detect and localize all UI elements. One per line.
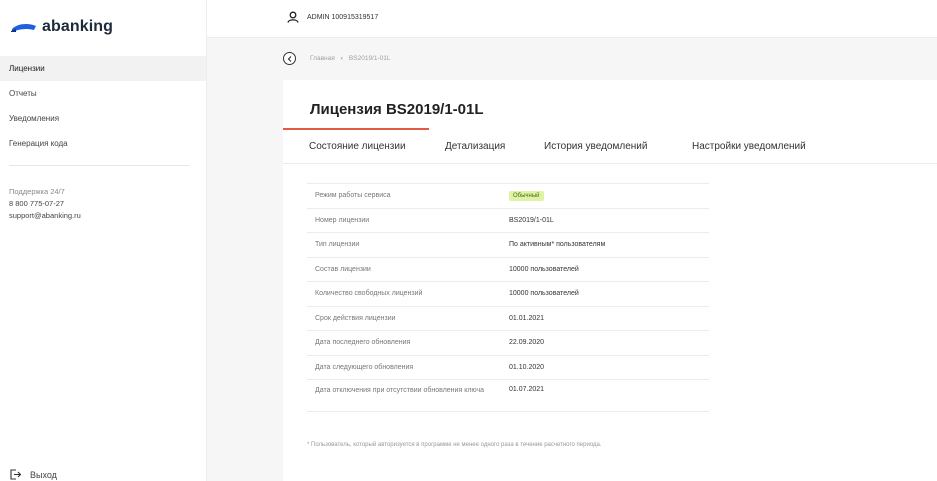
row-label: Режим работы сервиса — [315, 192, 391, 200]
support-email[interactable]: support@abanking.ru — [9, 210, 81, 222]
back-button[interactable] — [283, 52, 296, 65]
tab-license-status[interactable]: Состояние лицензии — [283, 128, 429, 164]
row-label: Состав лицензии — [315, 265, 371, 273]
table-row: Режим работы сервиса Обычный — [307, 184, 709, 209]
logout-button[interactable]: Выход — [10, 469, 57, 480]
row-label: Дата отключения при отсутствии обновлени… — [315, 387, 485, 394]
breadcrumb-home[interactable]: Главная — [310, 55, 335, 62]
support-block: Поддержка 24/7 8 800 775-07-27 support@a… — [9, 186, 81, 222]
row-label: Номер лицензии — [315, 216, 370, 224]
row-value: 10000 пользователей — [509, 290, 579, 298]
logo-text: abanking — [42, 18, 114, 35]
row-value: 10000 пользователей — [509, 265, 579, 273]
row-value: Обычный — [507, 190, 544, 201]
table-row: Количество свободных лицензий 10000 поль… — [307, 282, 709, 307]
row-label: Тип лицензии — [315, 241, 360, 249]
row-value: BS2019/1-01L — [509, 216, 554, 224]
sidebar-divider — [9, 165, 189, 166]
sidebar-item-reports[interactable]: Отчеты — [0, 81, 206, 106]
row-label: Количество свободных лицензий — [315, 290, 423, 298]
tab-notification-settings[interactable]: Настройки уведомлений — [692, 128, 806, 164]
logo[interactable]: abanking — [10, 18, 113, 36]
status-badge: Обычный — [509, 190, 544, 201]
sidebar-item-licenses[interactable]: Лицензии — [0, 56, 206, 81]
row-label: Срок действия лицензии — [315, 314, 396, 322]
tab-details[interactable]: Детализация — [445, 128, 505, 164]
sidebar-nav: Лицензии Отчеты Уведомления Генерация ко… — [0, 56, 206, 156]
footnote: * Пользователь, который авторизуется в п… — [307, 442, 602, 448]
page-title: Лицензия BS2019/1-01L — [310, 101, 484, 118]
tab-notification-history[interactable]: История уведомлений — [544, 128, 647, 164]
user-icon — [287, 11, 299, 23]
user-menu[interactable]: ADMIN 100915319517 — [287, 11, 378, 23]
sidebar-item-code-generation[interactable]: Генерация кода — [0, 131, 206, 156]
license-info-table: Режим работы сервиса Обычный Номер лицен… — [307, 183, 709, 412]
sidebar: abanking Лицензии Отчеты Уведомления Ген… — [0, 0, 207, 481]
row-label: Дата последнего обновления — [315, 339, 411, 347]
row-label: Дата следующего обновления — [315, 363, 414, 371]
table-row: Дата следующего обновления 01.10.2020 — [307, 356, 709, 380]
breadcrumb-current: BS2019/1-01L — [348, 55, 391, 62]
sidebar-item-notifications[interactable]: Уведомления — [0, 106, 206, 131]
support-title: Поддержка 24/7 — [9, 187, 65, 196]
logout-icon — [10, 469, 21, 480]
user-label: ADMIN 100915319517 — [307, 13, 379, 21]
table-row: Номер лицензии BS2019/1-01L — [307, 209, 709, 233]
tab-bar: Состояние лицензии Детализация История у… — [283, 128, 937, 164]
table-row: Тип лицензии По активным* пользователям — [307, 233, 709, 258]
table-row: Дата последнего обновления 22.09.2020 — [307, 331, 709, 356]
logout-label: Выход — [30, 469, 57, 480]
row-value: 01.07.2021 — [509, 386, 545, 393]
license-card: Лицензия BS2019/1-01L Состояние лицензии… — [283, 80, 937, 481]
table-row: Срок действия лицензии 01.01.2021 — [307, 307, 709, 331]
abanking-logo-mark-icon — [11, 24, 36, 32]
row-value: 01.10.2020 — [509, 363, 545, 371]
top-header: ADMIN 100915319517 — [207, 0, 937, 38]
row-value: По активным* пользователям — [509, 241, 606, 249]
breadcrumb: Главная ‹ BS2019/1-01L — [283, 52, 390, 65]
table-row: Дата отключения при отсутствии обновлени… — [307, 380, 709, 412]
row-value: 01.01.2021 — [509, 314, 545, 322]
breadcrumb-separator: ‹ — [340, 55, 343, 62]
table-row: Состав лицензии 10000 пользователей — [307, 258, 709, 282]
support-phone[interactable]: 8 800 775-07-27 — [9, 198, 81, 210]
back-arrow-icon — [287, 55, 291, 62]
row-value: 22.09.2020 — [509, 339, 545, 347]
